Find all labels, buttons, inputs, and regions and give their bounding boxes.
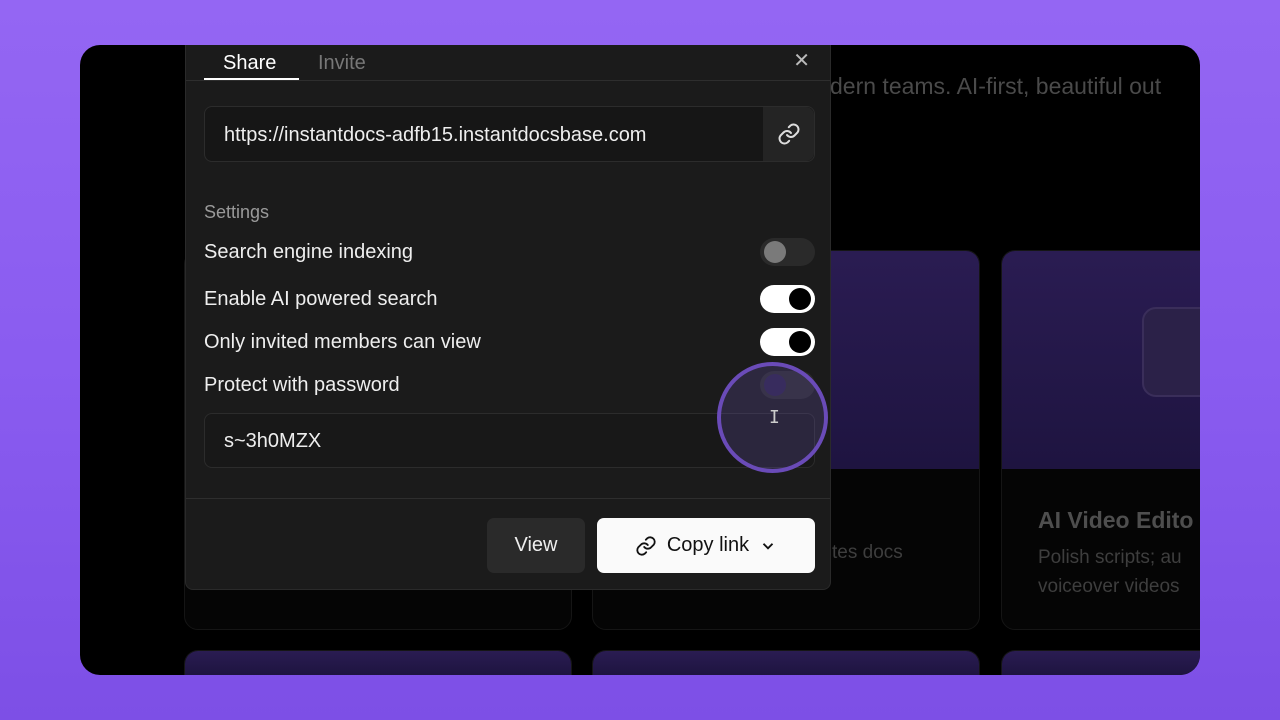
- ai-video-editor-card[interactable]: AI Video Edito Polish scripts; au voiceov…: [1001, 250, 1200, 630]
- text-cursor-icon: I: [769, 407, 780, 428]
- close-icon[interactable]: ✕: [793, 48, 810, 73]
- setting-ai-search: Enable AI powered search: [204, 285, 815, 313]
- card-title: AI Video Edito: [1038, 507, 1194, 533]
- toggle-ai-search[interactable]: [760, 285, 815, 313]
- background-card[interactable]: [1001, 650, 1200, 675]
- copy-link-button[interactable]: Copy link: [597, 518, 815, 573]
- background-card-text: tes docs: [832, 542, 903, 563]
- sparkle-icon: [1142, 307, 1200, 397]
- link-icon: [636, 535, 656, 556]
- copy-url-button[interactable]: [763, 107, 814, 161]
- background-card[interactable]: [184, 650, 572, 675]
- toggle-invited-only[interactable]: [760, 328, 815, 356]
- share-url: https://instantdocs-adfb15.instantdocsba…: [224, 124, 647, 146]
- link-icon: [778, 123, 799, 145]
- share-dialog: Share Invite ✕ https://instantdocs-adfb1…: [185, 45, 831, 590]
- background-card[interactable]: [592, 650, 980, 675]
- view-button[interactable]: View: [487, 518, 585, 573]
- setting-search-engine-indexing: Search engine indexing: [204, 238, 815, 266]
- chevron-down-icon[interactable]: [759, 537, 777, 555]
- tab-share[interactable]: Share: [223, 52, 276, 75]
- copy-link-label: Copy link: [666, 534, 750, 556]
- card-description: Polish scripts; au voiceover videos: [1038, 547, 1182, 597]
- tab-invite[interactable]: Invite: [318, 52, 366, 75]
- tab-bar: Share Invite: [186, 45, 830, 81]
- toggle-search-indexing[interactable]: [760, 238, 815, 266]
- setting-invited-only: Only invited members can view: [204, 328, 815, 356]
- app-window: dern teams. AI-first, beautiful out tes …: [80, 45, 1200, 675]
- active-tab-indicator: [204, 78, 299, 80]
- settings-label: Settings: [204, 202, 270, 222]
- background-tagline: dern teams. AI-first, beautiful out: [830, 73, 1162, 99]
- divider: [186, 498, 830, 499]
- share-url-field[interactable]: https://instantdocs-adfb15.instantdocsba…: [204, 106, 815, 162]
